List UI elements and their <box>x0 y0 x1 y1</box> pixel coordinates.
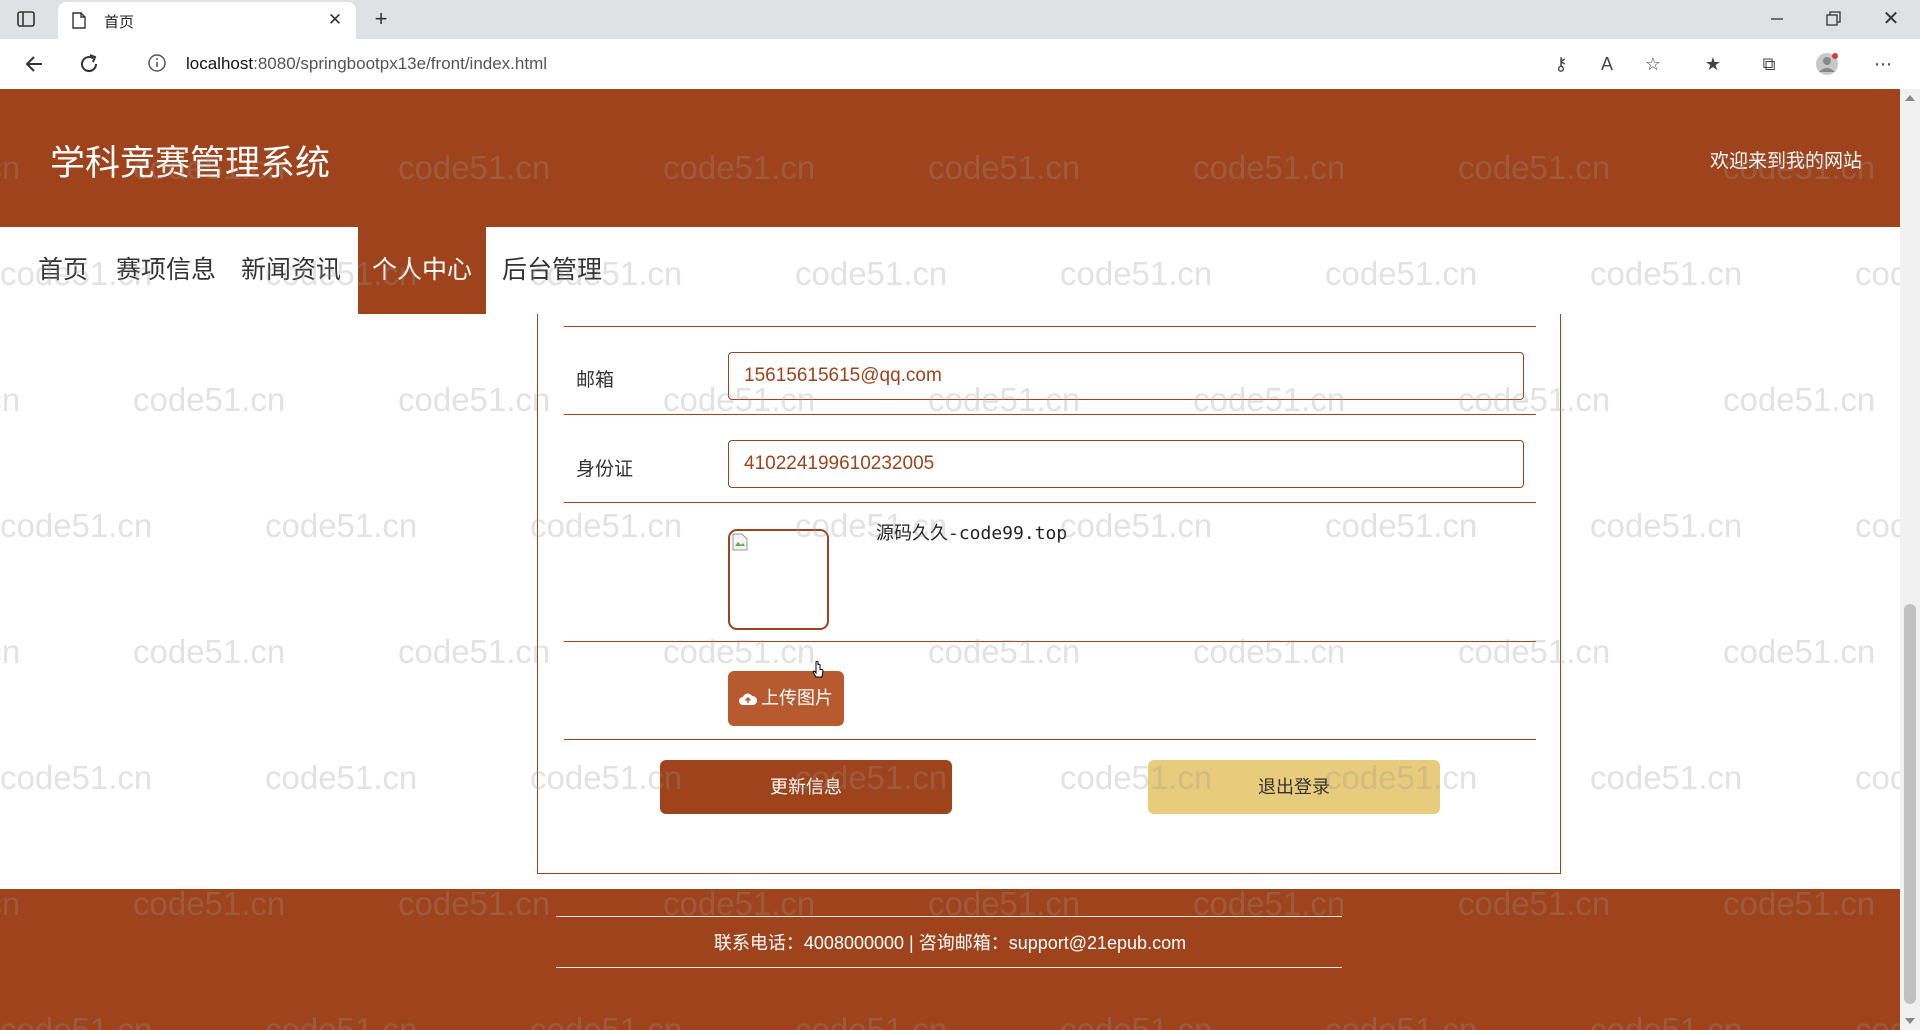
page-viewport: 学科竞赛管理系统 欢迎来到我的网站 首页 赛项信息 新闻资讯 个人中心 后台管理… <box>0 89 1900 1030</box>
welcome-text: 欢迎来到我的网站 <box>1709 151 1862 172</box>
site-header: 学科竞赛管理系统 欢迎来到我的网站 <box>0 89 1900 227</box>
close-tab-icon[interactable]: ✕ <box>324 10 346 30</box>
close-window-icon[interactable]: ✕ <box>1878 6 1904 32</box>
minimize-window-icon[interactable] <box>1766 6 1788 32</box>
divider <box>564 641 1536 642</box>
watermark-text: code51.cn <box>0 507 153 544</box>
watermark-text: code51.cn <box>1855 759 1900 796</box>
add-favorite-icon[interactable]: ☆ <box>1640 51 1666 77</box>
idcard-label: 身份证 <box>576 459 634 480</box>
profile-form: 邮箱 15615615615@qq.com 身份证 41022419961023… <box>537 314 1561 874</box>
watermark-text: code51.cn <box>398 381 551 418</box>
watermark-text: code51.cn <box>133 381 286 418</box>
nav-competitions[interactable]: 赛项信息 <box>102 227 230 314</box>
upload-button-label: 上传图片 <box>761 688 833 708</box>
footer-divider <box>556 967 1342 968</box>
watermark-text: code51.cn <box>0 759 153 796</box>
watermark-text: code51.cn <box>265 759 418 796</box>
main-nav: 首页 赛项信息 新闻资讯 个人中心 后台管理 <box>0 227 1900 314</box>
watermark-text: code51.cn <box>1855 507 1900 544</box>
favorites-icon[interactable]: ★ <box>1700 51 1726 77</box>
site-title: 学科竞赛管理系统 <box>50 144 331 183</box>
footer-divider <box>556 916 1342 917</box>
upload-image-button[interactable]: 上传图片 <box>728 671 844 726</box>
nav-admin[interactable]: 后台管理 <box>488 227 616 314</box>
restore-window-icon[interactable] <box>1822 6 1844 32</box>
email-field[interactable]: 15615615615@qq.com <box>728 352 1524 400</box>
watermark-text: code51.cn <box>0 633 21 670</box>
watermark-text: code51.cn <box>0 381 21 418</box>
mouse-cursor-icon <box>812 661 824 678</box>
browser-tab-bar: 首页 ✕ + ✕ <box>0 0 1920 39</box>
update-info-button[interactable]: 更新信息 <box>660 760 952 814</box>
watermark-text: code51.cn <box>1723 633 1876 670</box>
tab-title: 首页 <box>104 14 135 31</box>
more-options-icon[interactable]: ⋯ <box>1870 51 1896 77</box>
read-aloud-icon[interactable]: A <box>1594 51 1620 77</box>
back-arrow-icon[interactable] <box>22 51 48 77</box>
logout-button[interactable]: 退出登录 <box>1148 760 1440 814</box>
watermark-text: code51.cn <box>133 633 286 670</box>
divider <box>564 739 1536 740</box>
nav-home[interactable]: 首页 <box>24 227 102 314</box>
idcard-field[interactable]: 410224199610232005 <box>728 440 1524 488</box>
watermark-text: code51.cn <box>265 507 418 544</box>
site-info-icon[interactable] <box>146 52 168 74</box>
new-tab-icon[interactable]: + <box>368 6 394 32</box>
divider <box>564 326 1536 327</box>
email-label: 邮箱 <box>576 370 615 391</box>
tab-actions-icon[interactable] <box>16 9 36 29</box>
cloud-upload-icon <box>739 693 757 706</box>
address-bar[interactable]: localhost:8080/springbootpx13e/front/ind… <box>186 54 547 74</box>
reload-icon[interactable] <box>76 51 102 77</box>
watermark-text: code51.cn <box>398 633 551 670</box>
divider <box>564 502 1536 503</box>
divider <box>564 414 1536 415</box>
page-icon <box>72 12 86 29</box>
key-icon[interactable]: ⚷ <box>1548 51 1574 77</box>
collections-icon[interactable]: ⧉ <box>1756 51 1782 77</box>
scroll-up-arrow-icon[interactable] <box>1905 95 1915 101</box>
avatar-image-preview <box>728 529 829 630</box>
site-footer: 联系电话：4008000000 | 咨询邮箱：support@21epub.co… <box>0 889 1900 1030</box>
url-host: localhost <box>186 54 254 73</box>
browser-toolbar: localhost:8080/springbootpx13e/front/ind… <box>0 39 1920 90</box>
profile-avatar-icon[interactable] <box>1814 51 1840 77</box>
watermark-text: code51.cn <box>1590 759 1743 796</box>
nav-news[interactable]: 新闻资讯 <box>227 227 355 314</box>
scroll-thumb[interactable] <box>1904 604 1916 1004</box>
broken-image-icon <box>732 533 748 551</box>
overlay-source-text: 源码久久-code99.top <box>876 523 1068 544</box>
scroll-down-arrow-icon[interactable] <box>1905 1018 1915 1024</box>
nav-personal-center[interactable]: 个人中心 <box>358 227 487 314</box>
vertical-scrollbar[interactable] <box>1900 89 1920 1030</box>
url-path: :8080/springbootpx13e/front/index.html <box>253 54 548 73</box>
watermark-text: code51.cn <box>1723 381 1876 418</box>
browser-tab[interactable]: 首页 ✕ <box>58 2 356 39</box>
footer-contact-text: 联系电话：4008000000 | 咨询邮箱：support@21epub.co… <box>713 933 1187 953</box>
watermark-text: code51.cn <box>1590 507 1743 544</box>
